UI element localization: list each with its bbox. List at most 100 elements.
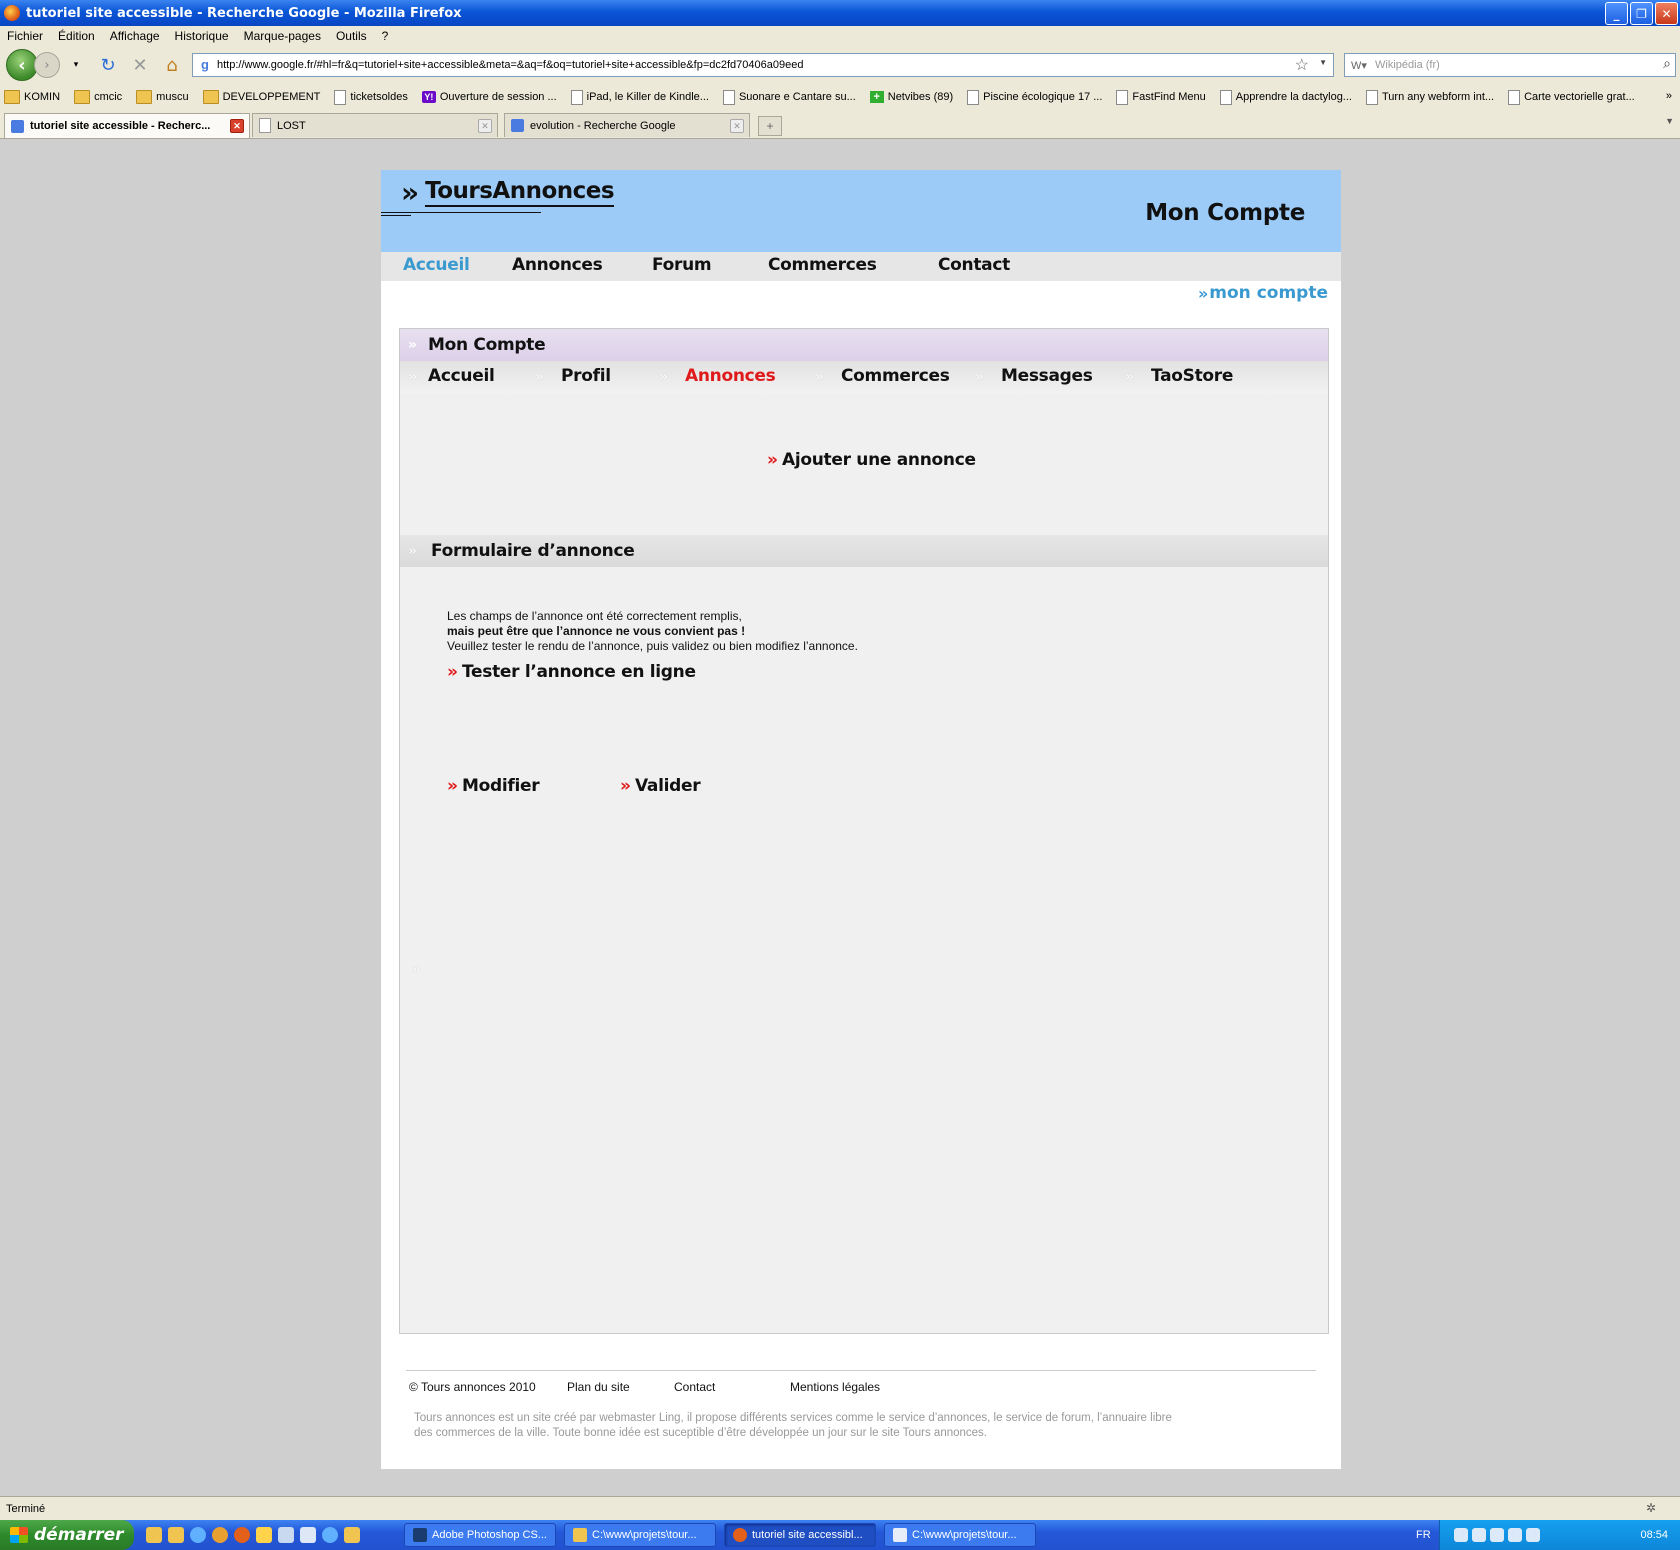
menu-outils[interactable]: Outils xyxy=(336,29,367,43)
menu-bar: Fichier Édition Affichage Historique Mar… xyxy=(0,26,1680,46)
start-button[interactable]: démarrer xyxy=(0,1520,134,1550)
reload-icon[interactable]: ↻ xyxy=(96,53,120,77)
quick-launch xyxy=(146,1527,360,1543)
bookmarks-overflow-icon[interactable]: » xyxy=(1666,90,1672,102)
windows-logo-icon xyxy=(10,1527,28,1543)
search-icon[interactable]: ⌕ xyxy=(1663,55,1671,72)
language-indicator[interactable]: FR xyxy=(1416,1529,1431,1541)
forward-button[interactable]: › xyxy=(34,52,60,78)
subnav-accueil[interactable]: Accueil xyxy=(428,366,495,386)
site-logo[interactable]: » ToursAnnonces xyxy=(401,176,615,209)
clock: 08:54 xyxy=(1640,1529,1668,1541)
restore-button[interactable]: ❐ xyxy=(1630,2,1653,25)
tray-shield-icon[interactable] xyxy=(1526,1528,1540,1542)
close-button[interactable]: ✕ xyxy=(1655,2,1678,25)
bookmark-star-icon[interactable]: ☆ xyxy=(1295,55,1309,75)
bookmark-item[interactable]: Piscine écologique 17 ... xyxy=(963,89,1102,105)
chrome-icon[interactable] xyxy=(212,1527,228,1543)
url-dropdown-icon[interactable]: ▼ xyxy=(1319,58,1327,67)
menu-edition[interactable]: Édition xyxy=(58,29,95,43)
chevron-right-icon: » xyxy=(1125,369,1134,385)
bookmark-item[interactable]: ticketsoldes xyxy=(330,89,408,105)
bookmark-item[interactable]: iPad, le Killer de Kindle... xyxy=(567,89,709,105)
subnav-taostore[interactable]: TaoStore xyxy=(1151,366,1233,386)
footer-legal-link[interactable]: Mentions légales xyxy=(790,1380,880,1394)
bookmark-item[interactable]: Carte vectorielle grat... xyxy=(1504,89,1635,105)
taskbar-item-notepad[interactable]: C:\www\projets\tour... xyxy=(884,1523,1036,1547)
tab-tutoriel[interactable]: tutoriel site accessible - Recherc... ✕ xyxy=(4,113,250,138)
network-icon[interactable] xyxy=(278,1527,294,1543)
menu-help[interactable]: ? xyxy=(382,29,389,43)
ie-icon[interactable] xyxy=(322,1527,338,1543)
tray-volume-icon[interactable] xyxy=(1490,1528,1504,1542)
tab-close-icon[interactable]: ✕ xyxy=(230,119,244,133)
taskbar-item-explorer[interactable]: C:\www\projets\tour... xyxy=(564,1523,716,1547)
bookmark-item[interactable]: muscu xyxy=(132,90,189,104)
bookmark-item[interactable]: DEVELOPPEMENT xyxy=(199,90,320,104)
new-tab-button[interactable]: + xyxy=(758,116,782,136)
tool-icon[interactable] xyxy=(300,1527,316,1543)
bookmark-item[interactable]: FastFind Menu xyxy=(1112,89,1206,105)
search-bar[interactable]: W▾ Wikipédia (fr) ⌕ xyxy=(1344,53,1676,77)
address-bar[interactable]: g http://www.google.fr/#hl=fr&q=tutoriel… xyxy=(192,53,1334,77)
nav-forum[interactable]: Forum xyxy=(652,255,712,275)
nav-contact[interactable]: Contact xyxy=(938,255,1010,275)
nav-annonces[interactable]: Annonces xyxy=(512,255,603,275)
bookmark-item[interactable]: + Netvibes (89) xyxy=(866,91,953,103)
stop-icon[interactable]: ✕ xyxy=(128,53,152,77)
tab-list-icon[interactable]: ▼ xyxy=(1665,116,1674,126)
breadcrumb[interactable]: » mon compte xyxy=(1198,283,1328,303)
bookmark-item[interactable]: Turn any webform int... xyxy=(1362,89,1494,105)
bookmark-item[interactable]: KOMIN xyxy=(0,90,60,104)
subnav-profil[interactable]: Profil xyxy=(561,366,611,386)
taskbar-item-label: C:\www\projets\tour... xyxy=(912,1529,1017,1541)
subnav-commerces[interactable]: Commerces xyxy=(841,366,950,386)
menu-historique[interactable]: Historique xyxy=(175,29,229,43)
bookmark-item[interactable]: Apprendre la dactylog... xyxy=(1216,89,1352,105)
folder-icon[interactable] xyxy=(168,1527,184,1543)
tab-lost[interactable]: LOST ✕ xyxy=(252,113,498,137)
breadcrumb-label: mon compte xyxy=(1209,283,1328,303)
logo-text: ToursAnnonces xyxy=(425,178,615,207)
taskbar-item-firefox[interactable]: tutoriel site accessibl... xyxy=(724,1523,876,1547)
taskbar-item-photoshop[interactable]: Adobe Photoshop CS... xyxy=(404,1523,556,1547)
add-ad-link[interactable]: » Ajouter une annonce xyxy=(767,450,976,470)
messenger-icon[interactable] xyxy=(256,1527,272,1543)
menu-marque-pages[interactable]: Marque-pages xyxy=(244,29,321,43)
footer-description: Tours annonces est un site créé par webm… xyxy=(414,1412,1172,1439)
footer-sitemap-link[interactable]: Plan du site xyxy=(567,1380,630,1394)
menu-fichier[interactable]: Fichier xyxy=(7,29,43,43)
bookmark-item[interactable]: Y! Ouverture de session ... xyxy=(418,91,557,103)
minimize-button[interactable]: _ xyxy=(1605,2,1628,25)
subnav-messages[interactable]: Messages xyxy=(1001,366,1093,386)
status-addon-icon[interactable]: ✲ xyxy=(1646,1501,1656,1515)
ie-icon[interactable] xyxy=(190,1527,206,1543)
folder-icon[interactable] xyxy=(146,1527,162,1543)
bookmark-item[interactable]: Suonare e Cantare su... xyxy=(719,89,856,105)
tray-network-icon[interactable] xyxy=(1472,1528,1486,1542)
menu-affichage[interactable]: Affichage xyxy=(110,29,160,43)
message-line: Les champs de l’annonce ont été correcte… xyxy=(447,609,742,623)
tab-close-icon[interactable]: ✕ xyxy=(478,119,492,133)
wikipedia-icon[interactable]: W▾ xyxy=(1349,59,1369,72)
subnav-annonces[interactable]: Annonces xyxy=(685,366,776,386)
tab-close-icon[interactable]: ✕ xyxy=(730,119,744,133)
tray-app-icon[interactable] xyxy=(1508,1528,1522,1542)
footer-contact-link[interactable]: Contact xyxy=(674,1380,715,1394)
window-titlebar: tutoriel site accessible - Recherche Goo… xyxy=(0,0,1680,26)
bookmark-item[interactable]: cmcic xyxy=(70,90,122,104)
history-dropdown-icon[interactable]: ▾ xyxy=(64,53,88,77)
folder-icon[interactable] xyxy=(344,1527,360,1543)
home-icon[interactable]: ⌂ xyxy=(160,53,184,77)
test-ad-link[interactable]: » Tester l’annonce en ligne xyxy=(447,662,696,682)
account-subnav: » Accueil » Profil » Annonces » Commerce… xyxy=(400,361,1328,394)
nav-commerces[interactable]: Commerces xyxy=(768,255,877,275)
nav-accueil[interactable]: Accueil xyxy=(403,255,470,275)
notepad-icon xyxy=(893,1528,907,1542)
tab-evolution[interactable]: evolution - Recherche Google ✕ xyxy=(504,113,750,137)
validate-button[interactable]: » Valider xyxy=(620,776,701,796)
modify-button[interactable]: » Modifier xyxy=(447,776,540,796)
page-icon xyxy=(334,89,347,105)
tray-arrow-icon[interactable] xyxy=(1454,1528,1468,1542)
firefox-icon[interactable] xyxy=(234,1527,250,1543)
